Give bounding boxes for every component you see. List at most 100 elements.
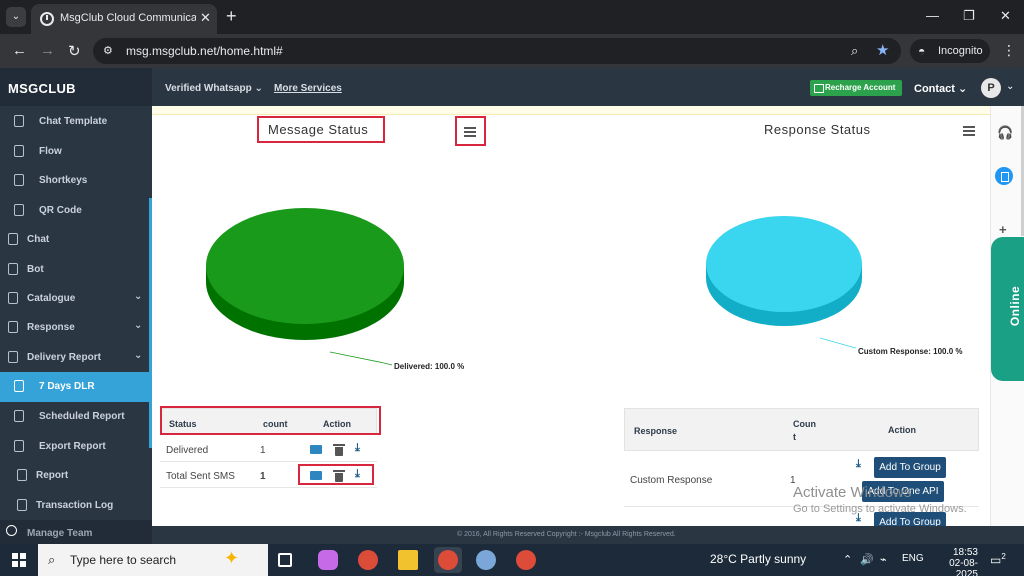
online-status-tab[interactable]: Online <box>991 237 1024 381</box>
chrome-profile-r-icon[interactable] <box>434 547 462 573</box>
minimize-icon[interactable]: — <box>926 8 939 23</box>
recharge-account-button[interactable]: Recharge Account <box>810 80 902 96</box>
browser-tab-active[interactable]: MsgClub Cloud Communication ✕ <box>31 4 217 34</box>
sidebar: MSGCLUB Chat Template Flow Shortkeys QR … <box>0 68 152 526</box>
pie-slice-delivered[interactable] <box>206 208 404 340</box>
weather-widget[interactable]: 28°C Partly sunny <box>710 552 806 566</box>
notification-icon[interactable]: ▭2 <box>990 552 1006 567</box>
notification-count: 2 <box>1001 552 1006 561</box>
browser-toolbar: ← → ↻ ⚙ msg.msgclub.net/home.html# ⌕ ★ ◓… <box>0 34 1024 68</box>
sidebar-item-export-report[interactable]: Export Report <box>0 432 150 461</box>
window-close-icon[interactable]: ✕ <box>1000 8 1011 24</box>
sidebar-item-label: Transaction Log <box>36 500 114 511</box>
table-row: Delivered 1 ⤓ <box>160 437 377 462</box>
address-bar[interactable]: ⚙ msg.msgclub.net/home.html# ⌕ ★ <box>93 38 901 64</box>
sidebar-item-shortkeys[interactable]: Shortkeys <box>0 166 150 195</box>
zoom-icon[interactable]: ⌕ <box>851 43 858 59</box>
tab-search-button[interactable]: ⌄ <box>6 7 26 27</box>
row-response: Custom Response <box>630 475 713 486</box>
brand-name: MSGCLUB <box>8 81 76 96</box>
online-label: Online <box>1008 285 1023 327</box>
sidebar-item-chat-template[interactable]: Chat Template <box>0 107 150 136</box>
sidebar-item-delivery-report[interactable]: Delivery Report ⌄ <box>0 343 150 372</box>
contact-menu[interactable]: Contact ⌄ <box>914 82 967 95</box>
sidebar-item-transaction-log[interactable]: Transaction Log <box>9 491 152 520</box>
sidebar-item-bot[interactable]: Bot <box>0 255 150 284</box>
chrome-profile-h-icon[interactable] <box>516 550 536 570</box>
chevron-down-icon: ⌄ <box>134 320 143 331</box>
headset-icon[interactable]: 🎧 <box>997 125 1013 141</box>
row-status: Delivered <box>166 445 209 456</box>
clock-favicon-icon <box>40 12 54 26</box>
chart-line-icon <box>14 440 24 452</box>
column-header-count: Coun t <box>793 419 816 442</box>
back-arrow-icon[interactable]: ← <box>12 42 27 59</box>
sidebar-item-chat[interactable]: Chat <box>0 225 150 254</box>
pie-slice-custom-response[interactable] <box>706 216 862 326</box>
download-icon[interactable]: ⤓ <box>856 458 861 471</box>
restore-icon[interactable]: ❐ <box>963 8 975 24</box>
copilot-icon[interactable] <box>318 550 338 570</box>
sidebar-item-catalogue[interactable]: Catalogue ⌄ <box>0 284 150 313</box>
avatar[interactable]: P <box>981 78 1001 98</box>
file-explorer-icon[interactable] <box>398 550 418 570</box>
browser-menu-icon[interactable]: ⋮ <box>1002 42 1016 59</box>
sidebar-item-response[interactable]: Response ⌄ <box>0 313 150 342</box>
chrome-icon[interactable] <box>358 550 378 570</box>
bot-icon <box>8 263 18 275</box>
sidebar-item-label: Flow <box>39 146 62 157</box>
sparkle-icon: ✦ <box>224 548 240 568</box>
windows-start-icon[interactable] <box>12 553 26 567</box>
new-tab-button[interactable]: + <box>226 6 237 27</box>
row-status: Total Sent SMS <box>166 471 235 482</box>
network-icon[interactable]: ⌁ <box>880 553 887 566</box>
paint-icon[interactable] <box>476 550 496 570</box>
chevron-down-icon: ⌄ <box>134 291 143 302</box>
reload-icon[interactable]: ↻ <box>68 42 81 60</box>
row-count: 1 <box>260 445 266 456</box>
delete-icon[interactable] <box>333 444 345 456</box>
taskbar-clock[interactable]: 18:53 02-08-2025 <box>930 547 978 576</box>
document-icon[interactable] <box>995 167 1013 185</box>
tab-close-icon[interactable]: ✕ <box>200 10 211 26</box>
right-rail: 🎧 + Online <box>990 106 1024 526</box>
clock-time: 18:53 <box>952 547 978 558</box>
report-icon <box>17 469 27 481</box>
sidebar-item-label: Bot <box>27 264 44 275</box>
sidebar-item-7-days-dlr[interactable]: 7 Days DLR <box>0 372 150 402</box>
sidebar-item-qr-code[interactable]: QR Code <box>0 196 150 225</box>
add-to-group-button[interactable]: Add To Group <box>874 457 946 478</box>
site-info-icon[interactable]: ⚙ <box>103 44 113 57</box>
url-text[interactable]: msg.msgclub.net/home.html# <box>126 44 283 58</box>
forward-arrow-icon[interactable]: → <box>40 42 55 59</box>
incognito-badge[interactable]: ◓ Incognito <box>910 39 990 63</box>
flow-icon <box>14 145 24 157</box>
windows-taskbar: ⌕ Type here to search ✦ 28°C Partly sunn… <box>0 544 1024 576</box>
language-indicator[interactable]: ENG <box>902 553 924 564</box>
pie-connector-line <box>819 337 857 349</box>
nav-verified-whatsapp[interactable]: Verified Whatsapp ⌄ <box>165 83 263 94</box>
nav-more-services[interactable]: More Services <box>274 83 342 94</box>
task-view-icon[interactable] <box>278 553 292 567</box>
activate-windows-subtitle: Go to Settings to activate Windows. <box>793 503 967 515</box>
shortkeys-icon <box>14 174 24 186</box>
incognito-icon: ◓ <box>918 44 926 58</box>
brand-logo[interactable]: MSGCLUB <box>0 68 152 106</box>
table-header: Response Coun t Action <box>624 408 979 451</box>
contact-card-icon[interactable] <box>310 445 322 454</box>
sidebar-item-flow[interactable]: Flow <box>0 137 150 166</box>
download-icon[interactable]: ⤓ <box>355 442 360 455</box>
taskbar-search[interactable]: ⌕ Type here to search ✦ <box>38 544 268 576</box>
sidebar-item-report[interactable]: Report <box>9 461 152 490</box>
sidebar-item-scheduled-report[interactable]: Scheduled Report <box>0 402 150 431</box>
clock-date: 02-08-2025 <box>949 558 978 576</box>
sidebar-item-label: Export Report <box>39 441 106 452</box>
sidebar-item-label: Response <box>27 322 75 333</box>
plus-icon[interactable]: + <box>999 222 1007 237</box>
chat-icon <box>8 233 18 245</box>
speaker-icon[interactable]: 🔊 <box>860 553 874 566</box>
chevron-down-icon[interactable]: ⌄ <box>1006 81 1014 92</box>
bookmark-star-icon[interactable]: ★ <box>876 41 889 59</box>
sidebar-item-manage-team[interactable]: Manage Team <box>0 520 152 544</box>
tray-chevron-up-icon[interactable]: ⌃ <box>843 553 852 566</box>
